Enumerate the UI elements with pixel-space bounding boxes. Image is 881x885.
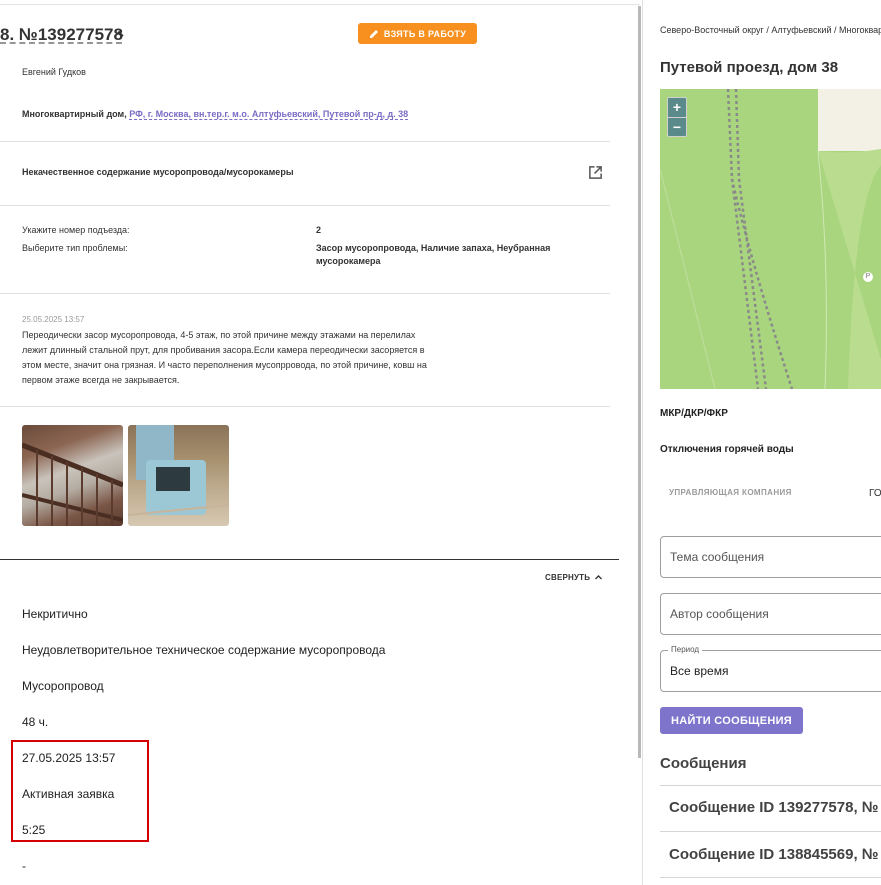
section-divider — [0, 559, 619, 560]
breadcrumb: Северо-Восточный округ / Алтуфьевский / … — [660, 25, 881, 35]
divider — [0, 205, 610, 206]
request-panel: 8. №139277578 ВЗЯТЬ В РАБОТУ Евгений Гуд… — [0, 0, 640, 885]
stair-railing-image — [22, 442, 123, 526]
object-value: Мусоропровод — [22, 679, 104, 693]
pencil-icon — [369, 29, 378, 38]
period-value: Все время — [670, 664, 729, 678]
top-divider — [0, 4, 640, 5]
divider — [0, 293, 610, 294]
mkr-label: МКР/ДКР/ФКР — [660, 408, 728, 419]
find-messages-button[interactable]: НАЙТИ СООБЩЕНИЯ — [660, 707, 803, 734]
collapse-button[interactable]: СВЕРНУТЬ — [545, 573, 603, 582]
divider — [660, 785, 881, 786]
divider — [0, 141, 610, 142]
management-company-value: ГО — [869, 488, 881, 499]
deadline-hours-value: 48 ч. — [22, 715, 49, 729]
building-type: Многоквартирный дом, — [22, 109, 127, 119]
empty-value: - — [22, 859, 26, 873]
map-tiles — [660, 89, 881, 389]
problem-type-value: Засор мусоропровода, Наличие запаха, Неу… — [316, 243, 551, 266]
message-item[interactable]: Сообщение ID 139277578, № — [669, 799, 879, 816]
zoom-in-button[interactable]: + — [668, 98, 686, 117]
photo-thumbnail[interactable] — [128, 425, 229, 526]
period-label: Период — [668, 645, 703, 654]
divider — [0, 406, 610, 407]
highlight-annotation — [11, 740, 149, 842]
take-to-work-label: ВЗЯТЬ В РАБОТУ — [383, 28, 467, 39]
collapse-label: СВЕРНУТЬ — [545, 573, 591, 582]
entrance-label: Укажите номер подъезда: — [22, 225, 130, 235]
address-link[interactable]: РФ, г. Москва, вн.тер.г. м.о. Алтуфьевск… — [129, 109, 408, 119]
comment-date: 25.05.2025 13:57 — [22, 315, 85, 324]
photo-thumbnail[interactable] — [22, 425, 123, 526]
subject-input[interactable] — [661, 537, 881, 577]
author-input[interactable] — [661, 594, 881, 634]
chevron-up-icon — [595, 575, 603, 580]
criticality-value: Некритично — [22, 607, 88, 621]
zoom-out-button[interactable]: − — [668, 118, 686, 137]
divider — [660, 831, 881, 832]
address-title: Путевой проезд, дом 38 — [660, 59, 839, 76]
problem-type-label: Выберите тип проблемы: — [22, 243, 128, 253]
request-title[interactable]: 8. №139277578 — [0, 25, 123, 45]
zoom-control: + − — [667, 97, 687, 137]
period-select[interactable]: Период Все время — [660, 645, 881, 692]
author-name: Евгений Гудков — [22, 67, 86, 77]
category-value: Неудовлетворительное техническое содержа… — [22, 643, 386, 657]
messages-title: Сообщения — [660, 755, 747, 772]
scrollbar[interactable] — [638, 6, 641, 758]
parking-icon[interactable]: P — [863, 272, 873, 282]
hot-water-label: Отключения горячей воды — [660, 444, 794, 455]
message-item[interactable]: Сообщение ID 138845569, № — [669, 846, 879, 863]
chevron-up-icon[interactable] — [113, 28, 125, 40]
comment-text: Переодически засор мусоропровода, 4-5 эт… — [22, 330, 427, 385]
garbage-chute-image — [128, 425, 229, 516]
address-line: Многоквартирный дом, РФ, г. Москва, вн.т… — [22, 109, 408, 119]
subject-field — [660, 536, 881, 578]
issue-title: Некачественное содержание мусоропровода/… — [22, 167, 294, 177]
entrance-value: 2 — [316, 225, 322, 235]
external-link-icon[interactable] — [588, 165, 603, 180]
author-field — [660, 593, 881, 635]
divider — [660, 877, 881, 878]
take-to-work-button[interactable]: ВЗЯТЬ В РАБОТУ — [358, 23, 477, 44]
side-panel: Северо-Восточный округ / Алтуфьевский / … — [643, 0, 881, 885]
management-company-label: УПРАВЛЯЮЩАЯ КОМПАНИЯ — [669, 488, 792, 497]
map[interactable]: + − P — [660, 89, 881, 389]
